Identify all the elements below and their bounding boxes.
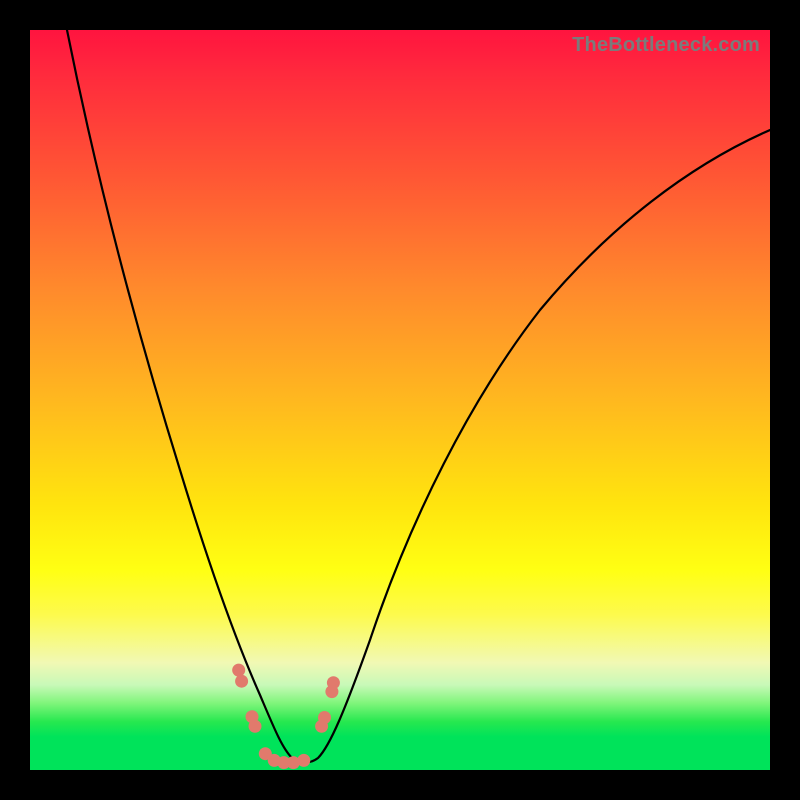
marker-dot bbox=[235, 675, 248, 688]
marker-dot bbox=[249, 720, 262, 733]
chart-frame: TheBottleneck.com bbox=[0, 0, 800, 800]
plot-area: TheBottleneck.com bbox=[30, 30, 770, 770]
marker-dot bbox=[232, 664, 245, 677]
marker-dot bbox=[327, 676, 340, 689]
markers bbox=[232, 664, 340, 770]
marker-dot bbox=[297, 754, 310, 767]
curve-path bbox=[67, 30, 770, 763]
bottleneck-curve bbox=[30, 30, 770, 770]
marker-dot bbox=[318, 711, 331, 724]
